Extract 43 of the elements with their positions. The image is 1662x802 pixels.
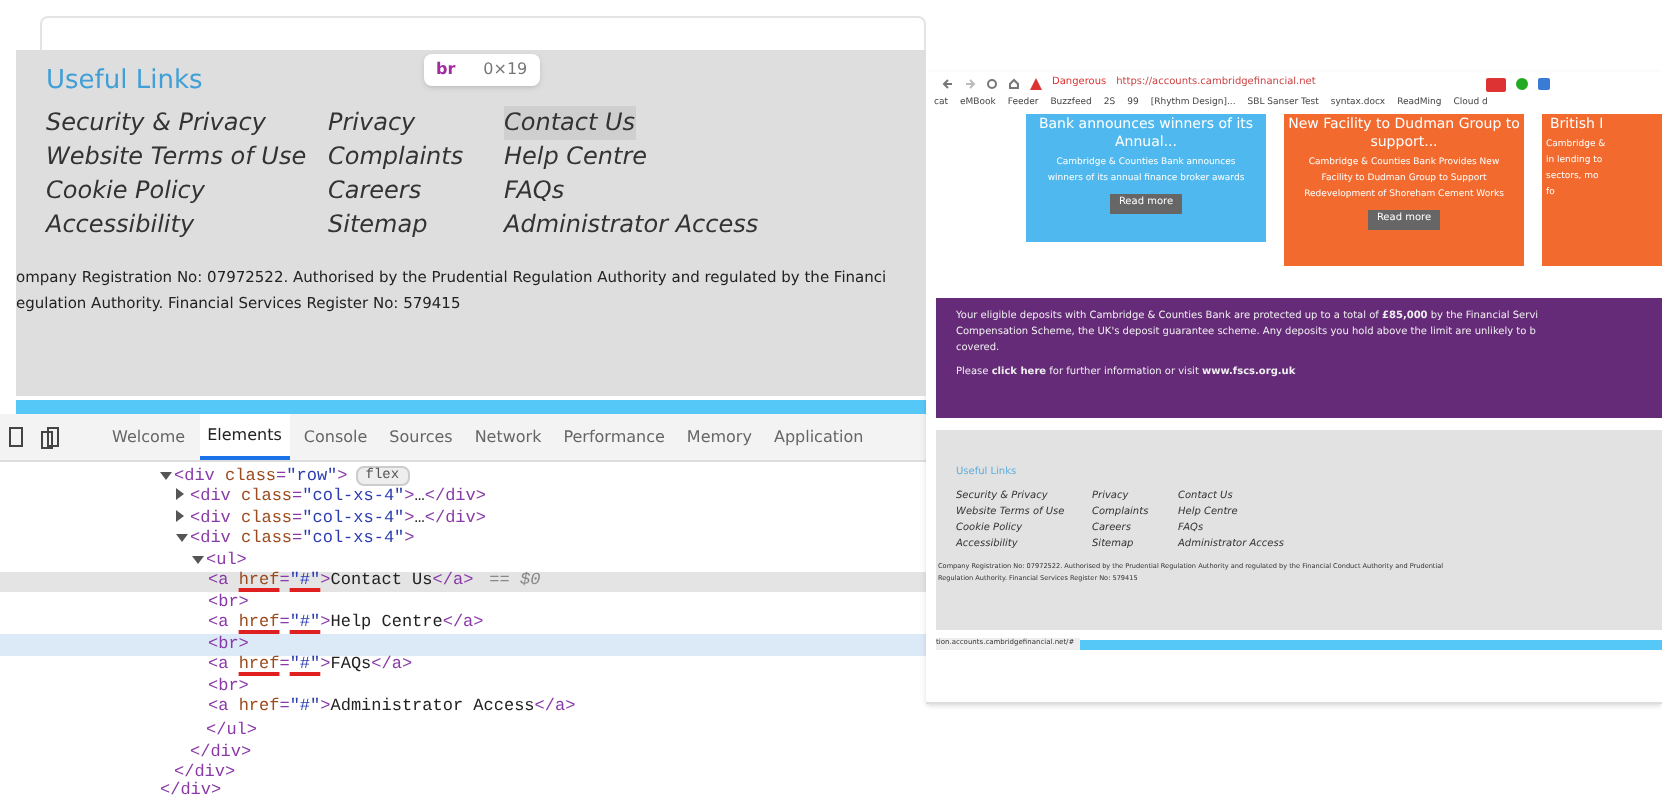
- code-line[interactable]: <div class="col-xs-4">…</div>: [0, 487, 926, 508]
- code-line[interactable]: </ul>: [0, 718, 926, 739]
- devtools-tab[interactable]: Memory: [678, 414, 760, 460]
- extension-icon[interactable]: [1486, 77, 1507, 91]
- code-line[interactable]: <ul>: [0, 550, 926, 571]
- footer-link[interactable]: Help Centre: [504, 140, 648, 174]
- footer-link[interactable]: Accessibility: [46, 208, 195, 242]
- warning-icon: [1030, 78, 1042, 90]
- footer-link[interactable]: Privacy: [328, 106, 416, 140]
- footer-link[interactable]: Security & Privacy: [46, 106, 266, 140]
- footer-heading: Useful Links: [46, 66, 203, 98]
- devtools-tab[interactable]: Sources: [381, 414, 461, 460]
- footer-link[interactable]: Website Terms of Use: [46, 140, 307, 174]
- footer-link[interactable]: Sitemap: [328, 208, 428, 242]
- back-icon[interactable]: [942, 78, 954, 90]
- code-line[interactable]: <br>: [0, 592, 926, 613]
- devtools-tab[interactable]: Welcome: [104, 414, 194, 460]
- code-line[interactable]: </div>: [0, 781, 926, 802]
- code-line[interactable]: <br>: [0, 676, 926, 697]
- devtools-tab[interactable]: Application: [765, 414, 872, 460]
- code-line[interactable]: <a href="#">FAQs</a>: [0, 655, 926, 676]
- footer-link[interactable]: Complaints: [328, 140, 464, 174]
- code-line[interactable]: <a href="#">Help Centre</a>: [0, 613, 926, 634]
- devtools-tab[interactable]: Console: [295, 414, 376, 460]
- footer-link[interactable]: Cookie Policy: [46, 174, 205, 208]
- reload-icon[interactable]: [986, 78, 998, 90]
- devtools-tab[interactable]: Elements: [199, 414, 290, 460]
- code-line[interactable]: <a href="#">Administrator Access</a>: [0, 697, 926, 718]
- devtools-tab[interactable]: Performance: [555, 414, 673, 460]
- devtools-tab[interactable]: Network: [466, 414, 550, 460]
- inspect-icon[interactable]: [8, 426, 24, 449]
- code-line[interactable]: </div>: [0, 739, 926, 760]
- footer-link[interactable]: Contact Us: [504, 106, 636, 140]
- tooltip-tag: br: [436, 60, 456, 80]
- code-line[interactable]: <div class="col-xs-4">: [0, 529, 926, 550]
- footer-link[interactable]: FAQs: [504, 174, 565, 208]
- code-line[interactable]: </div>: [0, 760, 926, 781]
- tooltip-size: 0×19: [483, 60, 528, 80]
- footer-link[interactable]: Careers: [328, 174, 422, 208]
- home-icon[interactable]: [1008, 78, 1020, 90]
- footer-link[interactable]: Administrator Access: [504, 208, 759, 242]
- device-icon[interactable]: [40, 425, 60, 450]
- code-line[interactable]: <div class="col-xs-4">…</div>: [0, 508, 926, 529]
